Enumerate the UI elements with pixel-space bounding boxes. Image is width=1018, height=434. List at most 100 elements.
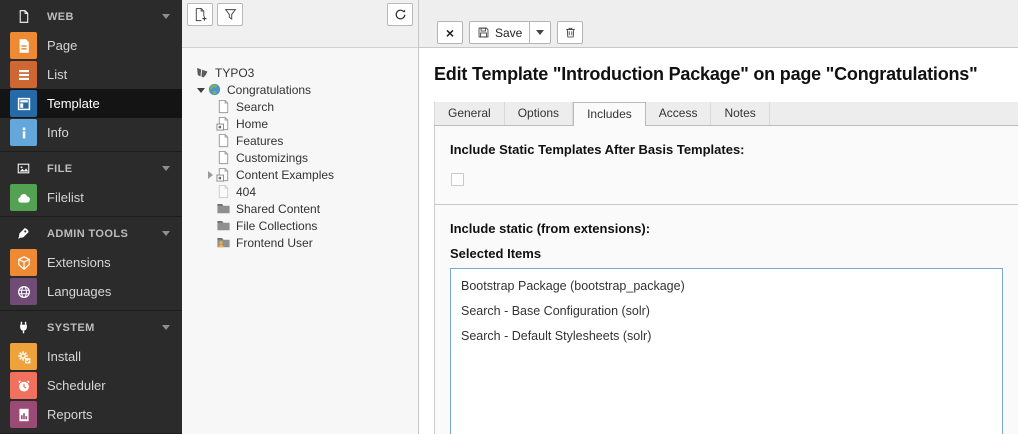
- module-icon: [10, 119, 37, 146]
- module-label: Extensions: [47, 255, 111, 270]
- save-button-label: Save: [495, 26, 522, 40]
- refresh-button[interactable]: [387, 3, 413, 26]
- tree-node[interactable]: Features: [182, 132, 416, 149]
- module-icon: [10, 372, 37, 399]
- module-menu-item[interactable]: Info: [0, 118, 182, 147]
- module-label: Languages: [47, 284, 111, 299]
- tree-toggle-icon[interactable]: [197, 85, 207, 95]
- module-label: Info: [47, 125, 69, 140]
- module-group-icon: [10, 226, 37, 241]
- include-static-after-basis-checkbox[interactable]: [451, 173, 464, 186]
- delete-button[interactable]: [557, 21, 583, 44]
- module-menu-item[interactable]: Page: [0, 31, 182, 60]
- tree-node-label: 404: [236, 185, 256, 199]
- module-menu: WEB Page List: [0, 0, 182, 434]
- tree-node-label: TYPO3: [215, 66, 254, 80]
- tree-node[interactable]: Customizings: [182, 149, 416, 166]
- page-tree: TYPO3 Congratulations Search: [182, 48, 418, 251]
- module-label: Page: [47, 38, 77, 53]
- tree-node[interactable]: Content Examples: [182, 166, 416, 183]
- tree-toggle-icon[interactable]: [206, 136, 216, 146]
- tree-node[interactable]: Frontend User: [182, 234, 416, 251]
- tree-node-label: Home: [236, 117, 268, 131]
- tree-toggle-icon[interactable]: [206, 102, 216, 112]
- tree-node[interactable]: Search: [182, 98, 416, 115]
- include-static-section: Include static (from extensions): Select…: [435, 205, 1018, 434]
- tab[interactable]: Options: [505, 102, 573, 125]
- module-menu-item[interactable]: Reports: [0, 400, 182, 429]
- module-group-header[interactable]: ADMIN TOOLS: [0, 219, 182, 248]
- module-icon: [10, 184, 37, 211]
- tree-toggle-icon[interactable]: [206, 153, 216, 163]
- page-title: Edit Template "Introduction Package" on …: [434, 64, 1018, 85]
- save-options-button[interactable]: [530, 21, 551, 44]
- selected-items-listbox[interactable]: Bootstrap Package (bootstrap_package)Sea…: [450, 268, 1003, 434]
- selected-items-label: Selected Items: [450, 246, 1003, 261]
- tree-node[interactable]: File Collections: [182, 217, 416, 234]
- tree-toggle-icon[interactable]: [206, 170, 216, 180]
- module-group-items: Extensions Languages: [0, 248, 182, 306]
- tree-toggle-icon[interactable]: [206, 221, 216, 231]
- content-area: × Save Edit Template "Introduction Packa…: [419, 0, 1018, 434]
- module-group-header[interactable]: WEB: [0, 2, 182, 31]
- module-group-label: WEB: [47, 11, 162, 23]
- chevron-down-icon: [162, 14, 170, 19]
- module-menu-item[interactable]: Extensions: [0, 248, 182, 277]
- typo3-backend: WEB Page List: [0, 0, 1018, 434]
- filter-button[interactable]: [217, 3, 243, 26]
- tree-node-icon: [216, 116, 231, 131]
- module-label: List: [47, 67, 67, 82]
- page-tree-toolbar: [182, 0, 418, 48]
- tree-node-icon: [216, 218, 231, 233]
- module-menu-item[interactable]: Scheduler: [0, 371, 182, 400]
- tree-node-label: Features: [236, 134, 283, 148]
- listbox-option[interactable]: Search - Default Stylesheets (solr): [451, 324, 1002, 349]
- tree-toggle-icon[interactable]: [206, 119, 216, 129]
- tree-node-label: Search: [236, 100, 274, 114]
- tree-node-label: Frontend User: [236, 236, 313, 250]
- module-group-icon: [10, 9, 37, 24]
- save-button[interactable]: Save: [469, 21, 530, 44]
- module-group: SYSTEM Install Scheduler: [0, 311, 182, 434]
- module-group-header[interactable]: SYSTEM: [0, 313, 182, 342]
- tree-toggle-icon[interactable]: [206, 187, 216, 197]
- tab[interactable]: Notes: [711, 102, 769, 125]
- tab[interactable]: Includes: [573, 102, 646, 126]
- module-menu-item[interactable]: Install: [0, 342, 182, 371]
- field-label: Include Static Templates After Basis Tem…: [450, 142, 1003, 157]
- tab-label: Options: [518, 106, 559, 120]
- module-group: FILE Filelist: [0, 152, 182, 217]
- module-menu-item[interactable]: Languages: [0, 277, 182, 306]
- tree-node-icon: [216, 99, 231, 114]
- module-group-label: FILE: [47, 163, 162, 175]
- tree-node[interactable]: Congratulations: [182, 81, 416, 98]
- filter-icon: [223, 7, 238, 22]
- listbox-option[interactable]: Search - Base Configuration (solr): [451, 299, 1002, 324]
- tree-node-icon: [195, 65, 210, 80]
- tree-node[interactable]: Home: [182, 115, 416, 132]
- module-group-header[interactable]: FILE: [0, 154, 182, 183]
- tree-node[interactable]: Shared Content: [182, 200, 416, 217]
- module-icon: [10, 343, 37, 370]
- tree-node[interactable]: TYPO3: [182, 64, 416, 81]
- close-button[interactable]: ×: [437, 21, 463, 44]
- save-split-button: Save: [469, 21, 551, 44]
- tab[interactable]: General: [434, 102, 505, 125]
- listbox-option[interactable]: Bootstrap Package (bootstrap_package): [451, 274, 1002, 299]
- module-label: Template: [47, 96, 100, 111]
- tab-label: Includes: [587, 107, 632, 121]
- tab[interactable]: Access: [646, 102, 712, 125]
- new-page-icon: [193, 7, 208, 22]
- save-floppy-icon: [477, 26, 490, 39]
- module-menu-item[interactable]: Template: [0, 89, 182, 118]
- doc-header: × Save: [419, 0, 1018, 48]
- module-menu-item[interactable]: Filelist: [0, 183, 182, 212]
- tree-toggle-icon[interactable]: [185, 68, 195, 78]
- tree-toggle-icon[interactable]: [206, 204, 216, 214]
- module-label: Reports: [47, 407, 93, 422]
- new-page-button[interactable]: [187, 3, 213, 26]
- tree-toggle-icon[interactable]: [206, 238, 216, 248]
- tree-node-icon: [207, 82, 222, 97]
- module-menu-item[interactable]: List: [0, 60, 182, 89]
- tree-node[interactable]: 404: [182, 183, 416, 200]
